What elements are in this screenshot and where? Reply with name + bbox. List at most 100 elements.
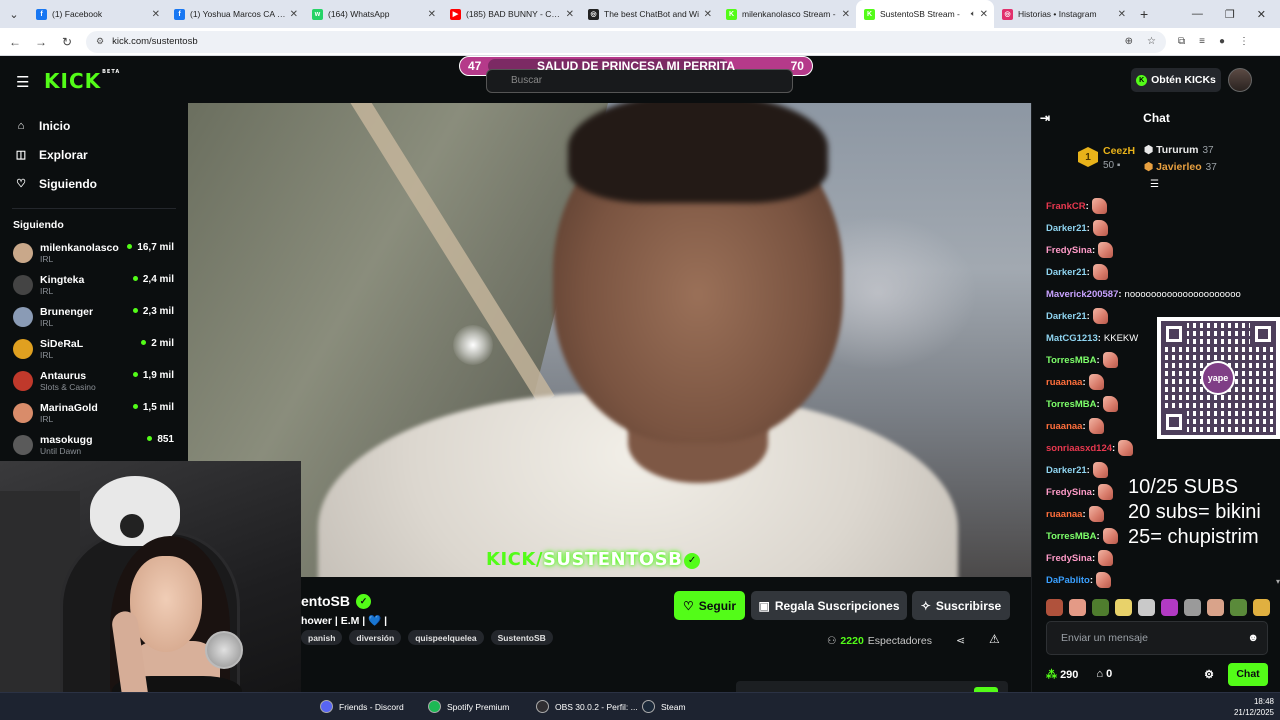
chat-username[interactable]: sonriaasxd124 xyxy=(1046,443,1112,454)
tab-close-icon[interactable]: ✕ xyxy=(980,9,988,20)
tab-close-icon[interactable]: ✕ xyxy=(566,9,574,20)
tab-close-icon[interactable]: ✕ xyxy=(152,9,160,20)
channel-points[interactable]: ⁂ 290 xyxy=(1046,668,1078,681)
get-kicks-button[interactable]: K Obtén KICKs xyxy=(1131,68,1221,92)
following-item[interactable]: Antaurus Slots & Casino 1,9 mil xyxy=(0,365,188,397)
subscribe-button[interactable]: ✧ Suscribirse xyxy=(912,591,1010,620)
browser-tab[interactable]: f (1) Facebook ✕ xyxy=(28,0,166,28)
stream-tag[interactable]: quispeelquelea xyxy=(408,630,484,645)
chat-username[interactable]: FredySina xyxy=(1046,245,1092,256)
taskbar-app[interactable]: Friends - Discord xyxy=(320,700,404,713)
tab-close-icon[interactable]: ✕ xyxy=(1118,9,1126,20)
emote-9[interactable] xyxy=(1230,599,1247,616)
gift-subs-button[interactable]: ▣ Regala Suscripciones xyxy=(751,591,907,620)
emote-3[interactable] xyxy=(1092,599,1109,616)
chat-username[interactable]: DaPablito xyxy=(1046,575,1090,586)
leader-1-name[interactable]: CeezH xyxy=(1103,145,1135,157)
browser-tab[interactable]: ◎ Historias • Instagram ✕ xyxy=(994,0,1132,28)
taskbar-app[interactable]: Steam xyxy=(642,700,686,713)
emote-1[interactable] xyxy=(1046,599,1063,616)
scroll-down-icon[interactable]: ▾ xyxy=(1276,577,1280,586)
leader-2[interactable]: ⬢ Tururum 37 xyxy=(1144,144,1214,156)
forward-icon[interactable]: → xyxy=(30,35,52,49)
following-item[interactable]: masokugg Until Dawn 851 xyxy=(0,429,188,461)
following-item[interactable]: Kingteka IRL 2,4 mil xyxy=(0,269,188,301)
emote-5[interactable] xyxy=(1138,599,1155,616)
leader-3[interactable]: ⬢ Javierleo 37 xyxy=(1144,161,1217,173)
system-clock[interactable]: 18:48 21/12/2025 xyxy=(1234,696,1274,718)
hamburger-menu-icon[interactable]: ☰ xyxy=(16,73,29,91)
taskbar-app[interactable]: Spotify Premium xyxy=(428,700,509,713)
browser-tab[interactable]: K SustentoSB Stream - 🔈︎ ✕ xyxy=(856,0,994,28)
sidebar-nav-inicio[interactable]: ⌂ Inicio xyxy=(0,111,188,140)
chat-username[interactable]: ruaanaa xyxy=(1046,509,1082,520)
send-chat-button[interactable]: Chat xyxy=(1228,662,1268,686)
kick-logo[interactable]: KICKBETA xyxy=(44,69,120,93)
following-item[interactable]: milenkanolasco IRL 16,7 mil xyxy=(0,237,188,269)
stream-tag[interactable]: SustentoSB xyxy=(490,630,553,645)
chat-username[interactable]: FrankCR xyxy=(1046,201,1086,212)
chat-username[interactable]: TorresMBA xyxy=(1046,355,1097,366)
sidebar-nav-siguiendo[interactable]: ♡ Siguiendo xyxy=(0,169,188,198)
browser-tab[interactable]: f (1) Yoshua Marcos CA | Fa ✕ xyxy=(166,0,304,28)
browser-tab[interactable]: ▶ (185) BAD BUNNY - CALL ✕ xyxy=(442,0,580,28)
stream-tag[interactable]: panish xyxy=(301,630,343,645)
chat-username[interactable]: Darker21 xyxy=(1046,465,1087,476)
minimize-icon[interactable]: — xyxy=(1192,8,1203,21)
chat-username[interactable]: Darker21 xyxy=(1046,223,1087,234)
emote-6[interactable] xyxy=(1161,599,1178,616)
restore-icon[interactable]: ❐ xyxy=(1225,8,1235,21)
video-player[interactable]: KICK/SUSTENTOSB ✓ xyxy=(188,103,1031,577)
new-tab-icon[interactable]: + xyxy=(1140,6,1148,22)
tab-search-icon[interactable]: ⌄ xyxy=(0,0,28,28)
expand-leaderboard-icon[interactable]: ☰ xyxy=(1150,179,1159,190)
emote-8[interactable] xyxy=(1207,599,1224,616)
taskbar-app[interactable]: OBS 30.0.2 - Perfil: ... xyxy=(536,700,638,713)
chat-username[interactable]: MatCG1213 xyxy=(1046,333,1098,344)
following-item[interactable]: Brunenger IRL 2,3 mil xyxy=(0,301,188,333)
emote-2[interactable] xyxy=(1069,599,1086,616)
gift-counter[interactable]: ⌂ 0 xyxy=(1096,668,1112,680)
browser-tab[interactable]: ◎ The best ChatBot and Wi ✕ xyxy=(580,0,718,28)
profile-icon[interactable]: ● xyxy=(1219,36,1225,47)
chat-username[interactable]: Darker21 xyxy=(1046,311,1087,322)
user-avatar[interactable] xyxy=(1228,68,1252,92)
following-item[interactable]: MarinaGold IRL 1,5 mil xyxy=(0,397,188,429)
emote-4[interactable] xyxy=(1115,599,1132,616)
sidebar-nav-explorar[interactable]: ◫ Explorar xyxy=(0,140,188,169)
share-icon[interactable]: ⋖ xyxy=(956,634,965,647)
tab-close-icon[interactable]: ✕ xyxy=(290,9,298,20)
site-info-icon[interactable]: ⚙ xyxy=(96,36,104,47)
emote-10[interactable] xyxy=(1253,599,1270,616)
media-icon[interactable]: ≡ xyxy=(1199,36,1205,47)
chat-settings-icon[interactable]: ⚙ xyxy=(1204,668,1214,681)
chat-username[interactable]: Darker21 xyxy=(1046,267,1087,278)
menu-icon[interactable]: ⋮ xyxy=(1239,36,1249,47)
extensions-icon[interactable]: ⧉ xyxy=(1178,36,1185,47)
collapse-chat-icon[interactable]: ⇥ xyxy=(1040,111,1050,125)
browser-tab[interactable]: w (164) WhatsApp ✕ xyxy=(304,0,442,28)
tab-close-icon[interactable]: ✕ xyxy=(842,9,850,20)
emoji-picker-icon[interactable]: ☻ xyxy=(1247,632,1259,644)
chat-username[interactable]: TorresMBA xyxy=(1046,399,1097,410)
tab-audio-icon[interactable]: 🔈︎ xyxy=(971,9,976,19)
follow-button[interactable]: ♡ Seguir xyxy=(674,591,745,620)
tab-close-icon[interactable]: ✕ xyxy=(704,9,712,20)
back-icon[interactable]: ← xyxy=(4,35,26,49)
bookmark-star-icon[interactable]: ☆ xyxy=(1147,36,1156,47)
channel-name[interactable]: entoSB ✓ xyxy=(301,593,371,609)
chat-username[interactable]: ruaanaa xyxy=(1046,421,1082,432)
chat-username[interactable]: TorresMBA xyxy=(1046,531,1097,542)
zoom-icon[interactable]: ⊕ xyxy=(1125,36,1133,47)
chat-username[interactable]: FredySina xyxy=(1046,553,1092,564)
chat-username[interactable]: FredySina xyxy=(1046,487,1092,498)
stream-tag[interactable]: diversión xyxy=(349,630,402,645)
following-item[interactable]: SiDeRaL IRL 2 mil xyxy=(0,333,188,365)
chat-username[interactable]: ruaanaa xyxy=(1046,377,1082,388)
reload-icon[interactable]: ↻ xyxy=(56,35,78,49)
chat-username[interactable]: Maverick200587 xyxy=(1046,289,1118,300)
chat-input[interactable]: Enviar un mensaje ☻ xyxy=(1046,621,1268,655)
close-window-icon[interactable]: ✕ xyxy=(1257,8,1266,21)
report-icon[interactable]: ⚠ xyxy=(989,632,1000,646)
emote-7[interactable] xyxy=(1184,599,1201,616)
